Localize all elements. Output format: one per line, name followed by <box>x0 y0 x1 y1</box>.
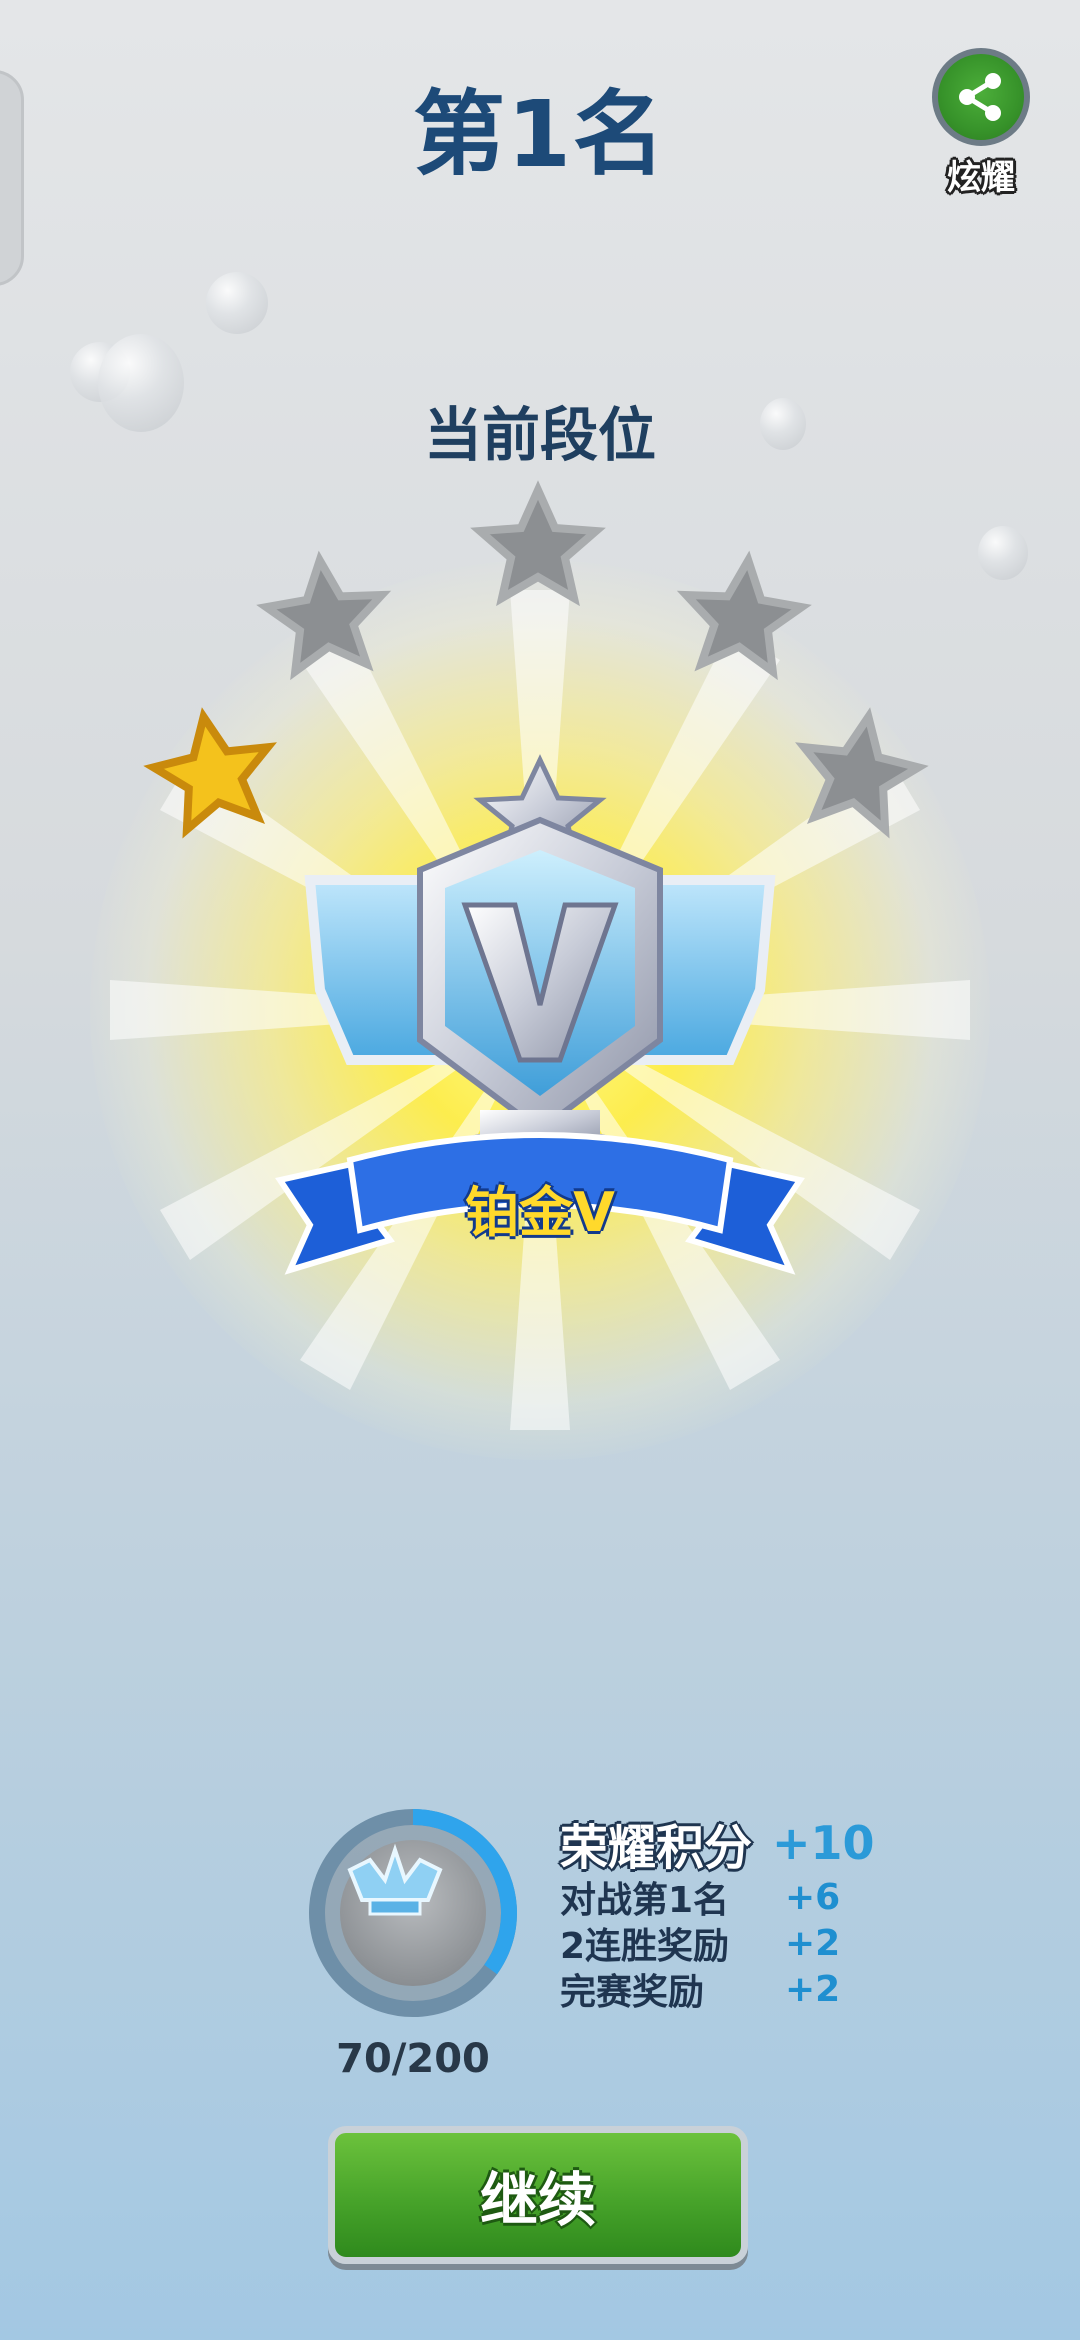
points-item-label: 2连胜奖励 <box>560 1926 730 1967</box>
crown-icon <box>340 1840 486 1986</box>
points-item-row: 对战第1名 +6 <box>560 1874 875 1922</box>
rank-name: 铂金Ⅴ <box>465 1181 615 1244</box>
points-item-value: +2 <box>785 1922 841 1964</box>
continue-button[interactable]: 继续 <box>328 2126 748 2264</box>
points-item-value: +6 <box>785 1876 841 1918</box>
points-progress-text: 70/200 <box>336 2036 490 2082</box>
points-breakdown: 荣耀积分 +10 对战第1名 +6 2连胜奖励 +2 完赛奖励 +2 <box>560 1812 875 2014</box>
points-progress-ring <box>300 1800 526 2026</box>
star-empty-icon <box>480 490 596 598</box>
points-item-value: +2 <box>785 1968 841 2010</box>
star-empty-icon <box>262 554 389 674</box>
points-item-row: 2连胜奖励 +2 <box>560 1920 875 1968</box>
points-total-label: 荣耀积分 <box>560 1820 753 1876</box>
points-item-label: 对战第1名 <box>560 1880 730 1921</box>
points-item-row: 完赛奖励 +2 <box>560 1966 875 2014</box>
star-empty-icon <box>679 554 806 674</box>
points-total-value: +10 <box>772 1816 875 1870</box>
points-total-row: 荣耀积分 +10 <box>560 1812 875 1876</box>
points-item-label: 完赛奖励 <box>560 1972 705 2013</box>
